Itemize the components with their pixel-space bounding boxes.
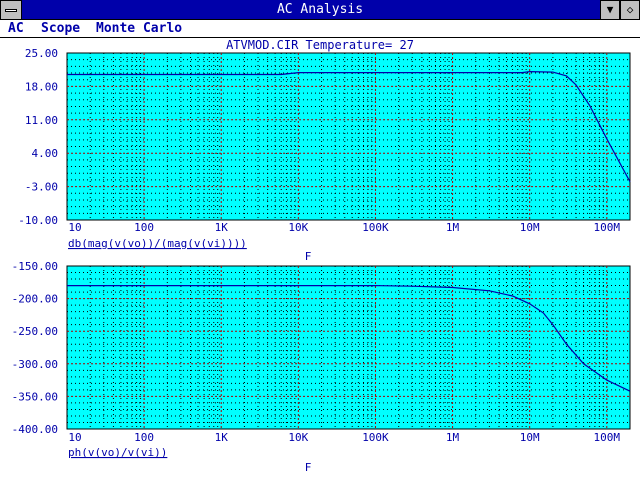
y-tick-label: -300.00: [12, 358, 58, 371]
x-tick-label: 1K: [215, 221, 229, 234]
x-tick-label: 1M: [446, 221, 460, 234]
x-axis-label: F: [305, 461, 312, 474]
y-tick-label: 4.00: [32, 147, 59, 160]
y-tick-label: 18.00: [25, 80, 58, 93]
y-tick-label: -200.00: [12, 293, 58, 306]
x-tick-label: 10M: [520, 221, 540, 234]
plot-background: [66, 52, 631, 221]
x-tick-label: 10: [68, 221, 81, 234]
x-tick-label: 10M: [520, 431, 540, 444]
y-tick-label: -250.00: [12, 325, 58, 338]
x-tick-label: 100M: [594, 221, 621, 234]
trace-label: ph(v(vo)/v(vi)): [68, 446, 167, 459]
chart-1: 10 100 1K 10K 100K 1M 10M 100M 25.00 18.00 11.00 4.…: [18, 47, 631, 263]
y-tick-label: -350.00: [12, 390, 58, 403]
chart-2: 10 100 1K 10K 100K 1M 10M 100M -150.00 -200.00 -25…: [12, 260, 631, 474]
y-tick-label: 11.00: [25, 114, 58, 127]
y-tick-label: 25.00: [25, 47, 58, 60]
x-tick-label: 100: [134, 221, 154, 234]
x-tick-label: 1K: [215, 431, 229, 444]
plot-area[interactable]: 10 100 1K 10K 100K 1M 10M 100M 25.00 18.00 11.00 4.…: [0, 0, 640, 480]
y-tick-label: -3.00: [25, 181, 58, 194]
x-axis-label: F: [305, 250, 312, 263]
y-tick-label: -150.00: [12, 260, 58, 273]
x-tick-label: 10K: [288, 431, 308, 444]
x-tick-label: 100K: [362, 431, 389, 444]
x-tick-label: 100M: [594, 431, 621, 444]
x-tick-label: 100K: [362, 221, 389, 234]
y-tick-label: -400.00: [12, 423, 58, 436]
trace-label: db(mag(v(vo))/(mag(v(vi)))): [68, 237, 247, 250]
plot-background: [66, 265, 631, 430]
x-tick-label: 1M: [446, 431, 460, 444]
x-tick-label: 10K: [288, 221, 308, 234]
x-tick-label: 100: [134, 431, 154, 444]
x-tick-label: 10: [68, 431, 81, 444]
y-tick-label: -10.00: [18, 214, 58, 227]
